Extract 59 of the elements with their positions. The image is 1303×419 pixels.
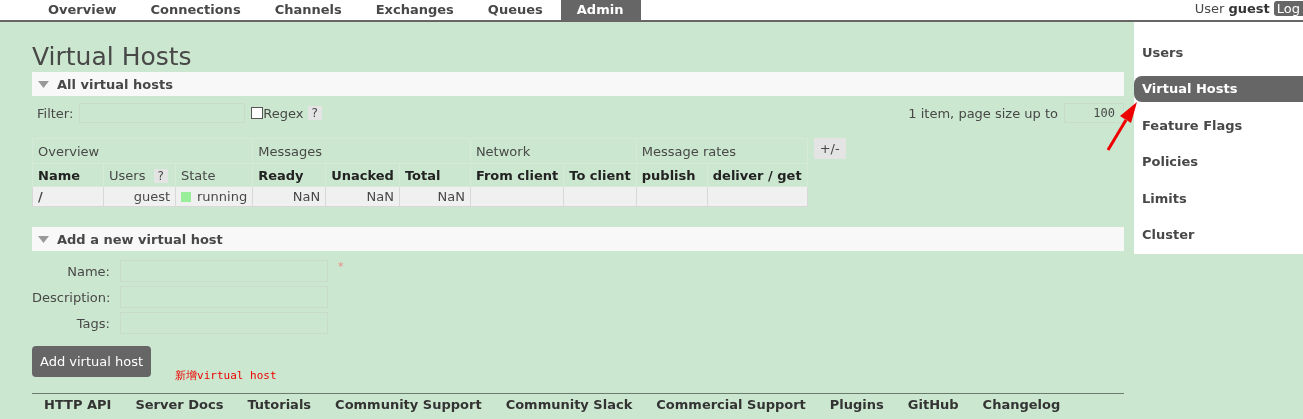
field-label: Name: [66,263,110,279]
sidebar-item[interactable]: Users [1134,39,1303,65]
regex-label: Regex [263,105,304,121]
footer-link[interactable]: Changelog [982,394,1073,412]
column-group-header: Message rates [636,138,808,164]
page-title: Virtual Hosts [32,42,193,72]
state-text: running [197,189,248,204]
user-name: guest [1228,1,1270,16]
footer-link[interactable]: Commercial Support [656,394,818,412]
column-header: deliver / get [707,163,808,187]
column-group-header: Overview [32,138,253,164]
section-title: Add a new virtual host [57,231,223,247]
nav-tab[interactable]: Overview [32,0,135,20]
nav-tab[interactable]: Queues [471,0,561,20]
page-size-field[interactable]: 100 [1064,103,1124,123]
footer-link[interactable]: Community Support [335,394,494,412]
filter-label: Filter: [37,105,74,121]
sidebar-item[interactable]: Policies [1134,148,1303,175]
footer-link[interactable]: Tutorials [247,394,324,412]
nav-tab[interactable]: Exchanges [359,0,472,20]
footer-link[interactable]: Plugins [829,394,896,412]
column-header: publish [636,163,708,187]
footer-link[interactable]: Server Docs [135,394,236,412]
section-title: All virtual hosts [57,76,173,92]
sidebar-item[interactable]: Virtual Hosts [1134,75,1303,102]
sidebar-item[interactable]: Feature Flags [1134,112,1303,138]
section-header[interactable]: All virtual hosts [32,72,1124,96]
column-header: Users ? [103,163,176,187]
add-virtual-host-button[interactable]: Add virtual host [32,346,152,377]
column-header: Total [399,163,471,187]
column-header: To client [563,163,637,187]
column-header: From client [470,163,564,187]
columns-toggle-button[interactable]: +/- [813,138,846,159]
logout-button[interactable]: Log [1273,1,1303,16]
sidebar-item[interactable]: Cluster [1134,221,1303,248]
footer-link[interactable]: Community Slack [505,394,645,412]
footer-link[interactable]: GitHub [907,394,971,412]
required-mark: * [338,260,345,273]
column-header: Unacked [325,163,400,187]
sidebar-item[interactable]: Limits [1134,185,1303,211]
nav-tab[interactable]: Connections [134,0,259,20]
column-header: Ready [252,163,326,187]
regex-checkbox[interactable] [251,107,264,119]
table-cell[interactable]: / [32,186,104,207]
column-header: State [175,163,253,187]
annotation-text: 新增virtual host [175,368,277,383]
column-group-header: Network [470,138,637,164]
field-label: Description: [32,289,110,305]
section-header[interactable]: Add a new virtual host [32,227,1124,251]
user-label: User [1194,1,1225,16]
column-group-header: Messages [252,138,471,164]
nav-tab[interactable]: Channels [258,0,360,20]
help-button[interactable]: ? [307,106,322,120]
footer-link[interactable]: HTTP API [44,394,124,412]
nav-tab[interactable]: Admin [560,0,642,20]
help-button[interactable]: ? [153,168,168,183]
paging-text: 1 item, page size up to [908,105,1058,121]
column-header: Name [32,163,104,187]
field-label: Tags: [75,315,110,331]
